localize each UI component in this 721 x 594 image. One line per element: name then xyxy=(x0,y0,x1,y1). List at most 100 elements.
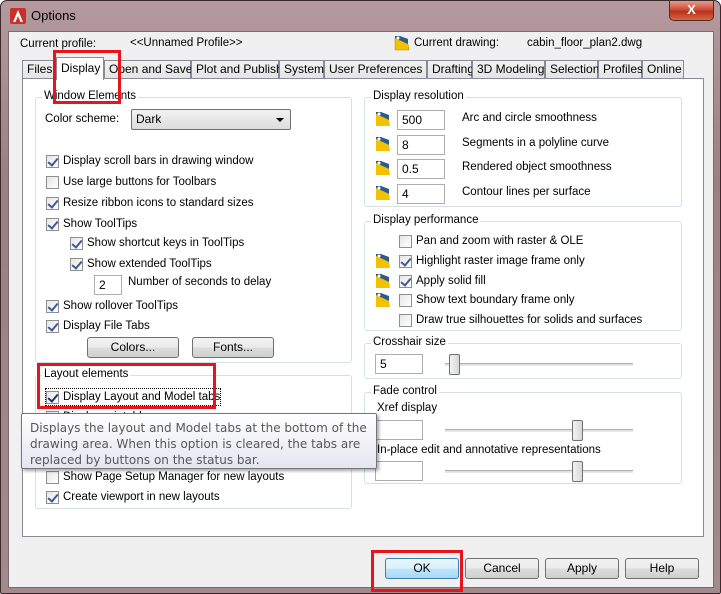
current-drawing-label: Current drawing: xyxy=(414,37,500,49)
autocad-logo-icon xyxy=(10,8,26,24)
checkbox[interactable] xyxy=(46,154,59,168)
close-icon: X xyxy=(687,2,696,17)
checkbox[interactable] xyxy=(399,313,412,327)
window-elements-group: Window Elements Color scheme: Dark Displ… xyxy=(35,90,352,363)
inplace-slider-track[interactable] xyxy=(445,470,633,473)
option-display-scroll-bars[interactable]: Display scroll bars in drawing window xyxy=(46,153,253,169)
checkbox[interactable] xyxy=(46,299,59,313)
chevron-down-icon xyxy=(276,118,284,122)
tooltip-delay-label: Number of seconds to delay xyxy=(128,276,272,288)
help-button[interactable]: Help xyxy=(625,558,699,579)
checkbox[interactable] xyxy=(46,175,59,189)
fade-control-group: Fade control Xref display In-place edit … xyxy=(364,385,682,484)
polyline-segments-input[interactable]: 8 xyxy=(397,135,445,155)
option-show-tooltips[interactable]: Show ToolTips xyxy=(46,216,137,232)
contour-lines-label: Contour lines per surface xyxy=(462,186,591,198)
xref-slider-thumb[interactable] xyxy=(571,420,583,441)
window-elements-title: Window Elements xyxy=(42,90,139,102)
option-show-page-setup-manager[interactable]: Show Page Setup Manager for new layouts xyxy=(46,469,284,485)
drawing-file-icon xyxy=(394,36,410,51)
option-large-buttons[interactable]: Use large buttons for Toolbars xyxy=(46,174,216,190)
xref-display-label: Xref display xyxy=(377,402,438,414)
options-dialog: Options X Current profile: <<Unnamed Pro… xyxy=(0,0,721,594)
option-apply-solid-fill[interactable]: Apply solid fill xyxy=(399,273,486,289)
option-show-shortcut-keys[interactable]: Show shortcut keys in ToolTips xyxy=(70,235,244,251)
tab-plot-and-publish[interactable]: Plot and Publish xyxy=(191,60,283,79)
contour-lines-input[interactable]: 4 xyxy=(397,184,445,204)
tooltip-delay-input[interactable]: 2 xyxy=(94,275,122,295)
option-highlight-raster-frame[interactable]: Highlight raster image frame only xyxy=(399,253,585,269)
arc-smoothness-label: Arc and circle smoothness xyxy=(462,112,597,124)
option-display-file-tabs[interactable]: Display File Tabs xyxy=(46,318,150,334)
option-text-boundary-frame[interactable]: Show text boundary frame only xyxy=(399,292,575,308)
drawing-setting-icon xyxy=(376,293,390,307)
drawing-setting-icon xyxy=(376,274,390,288)
option-true-silhouettes[interactable]: Draw true silhouettes for solids and sur… xyxy=(399,312,642,328)
checkbox[interactable] xyxy=(46,390,59,404)
checkbox[interactable] xyxy=(46,196,59,210)
checkbox[interactable] xyxy=(399,254,412,268)
tab-display[interactable]: Display xyxy=(56,57,104,80)
drawing-setting-icon xyxy=(376,112,390,126)
ok-button[interactable]: OK xyxy=(385,558,459,579)
tab-online[interactable]: Online xyxy=(642,60,684,79)
fonts-button[interactable]: Fonts... xyxy=(192,337,274,358)
inplace-edit-label: In-place edit and annotative representat… xyxy=(377,444,601,456)
layout-elements-title: Layout elements xyxy=(42,368,131,380)
cancel-button[interactable]: Cancel xyxy=(465,558,539,579)
tab-files[interactable]: Files xyxy=(22,60,56,79)
tooltip-popup: Displays the layout and Model tabs at th… xyxy=(21,413,377,469)
display-performance-title: Display performance xyxy=(371,214,481,226)
tab-selection[interactable]: Selection xyxy=(545,60,599,79)
drawing-setting-icon xyxy=(376,161,390,175)
checkbox[interactable] xyxy=(399,274,412,288)
color-scheme-label: Color scheme: xyxy=(45,113,120,125)
close-button[interactable]: X xyxy=(669,1,714,21)
checkbox[interactable] xyxy=(46,490,59,504)
checkbox[interactable] xyxy=(46,319,59,333)
rendered-smoothness-label: Rendered object smoothness xyxy=(462,161,612,173)
arc-smoothness-input[interactable]: 500 xyxy=(397,110,445,130)
checkbox[interactable] xyxy=(399,234,412,248)
option-display-layout-model-tabs[interactable]: Display Layout and Model tabs xyxy=(44,388,222,406)
xref-slider-track[interactable] xyxy=(445,429,633,432)
current-profile-label: Current profile: xyxy=(20,38,97,50)
option-pan-zoom-raster[interactable]: Pan and zoom with raster & OLE xyxy=(399,233,583,249)
option-create-viewport[interactable]: Create viewport in new layouts xyxy=(46,489,220,505)
checkbox[interactable] xyxy=(399,293,412,307)
option-resize-ribbon-icons[interactable]: Resize ribbon icons to standard sizes xyxy=(46,195,254,211)
crosshair-size-title: Crosshair size xyxy=(371,336,448,348)
option-show-rollover-tooltips[interactable]: Show rollover ToolTips xyxy=(46,298,178,314)
polyline-segments-label: Segments in a polyline curve xyxy=(462,137,610,149)
window-title: Options xyxy=(31,8,76,23)
rendered-smoothness-input[interactable]: 0.5 xyxy=(397,159,445,179)
current-drawing-value: cabin_floor_plan2.dwg xyxy=(527,37,643,49)
drawing-setting-icon xyxy=(376,186,390,200)
crosshair-size-group: Crosshair size 5 xyxy=(364,336,682,379)
checkbox[interactable] xyxy=(70,236,83,250)
xref-fade-input[interactable] xyxy=(375,420,423,440)
option-show-extended-tooltips[interactable]: Show extended ToolTips xyxy=(70,256,212,272)
checkbox[interactable] xyxy=(70,257,83,271)
tab-open-and-save[interactable]: Open and Save xyxy=(104,60,192,79)
tab-profiles[interactable]: Profiles xyxy=(598,60,643,79)
tab-system[interactable]: System xyxy=(279,60,324,79)
tab-3d-modeling[interactable]: 3D Modeling xyxy=(472,60,545,79)
current-profile-value: <<Unnamed Profile>> xyxy=(130,37,243,49)
colors-button[interactable]: Colors... xyxy=(87,337,179,358)
checkbox[interactable] xyxy=(46,217,59,231)
checkbox[interactable] xyxy=(46,470,59,484)
display-resolution-title: Display resolution xyxy=(371,90,466,102)
inplace-slider-thumb[interactable] xyxy=(571,461,583,482)
tab-drafting[interactable]: Drafting xyxy=(427,60,474,79)
display-resolution-group: Display resolution 500 Arc and circle sm… xyxy=(364,90,682,207)
tab-user-preferences[interactable]: User Preferences xyxy=(324,60,427,79)
crosshair-size-input[interactable]: 5 xyxy=(375,354,423,374)
inplace-fade-input[interactable] xyxy=(375,461,423,481)
crosshair-slider-thumb[interactable] xyxy=(449,354,461,375)
color-scheme-select[interactable]: Dark xyxy=(131,109,291,130)
title-bar[interactable]: Options X xyxy=(1,1,720,31)
apply-button[interactable]: Apply xyxy=(545,558,619,579)
drawing-setting-icon xyxy=(376,254,390,268)
crosshair-slider-track[interactable] xyxy=(445,363,633,366)
